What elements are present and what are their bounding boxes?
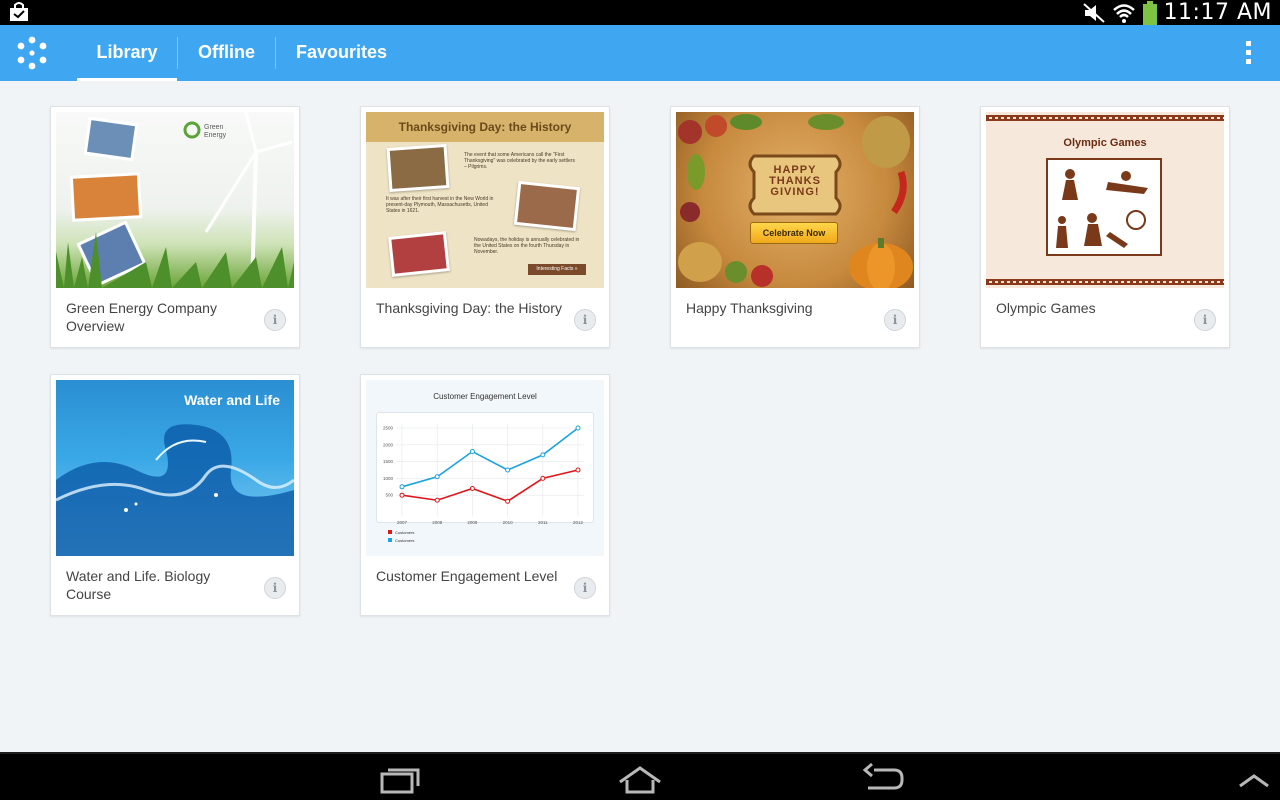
x-tick-label: 2012 <box>573 520 584 525</box>
card-title: Green Energy Company Overview <box>66 300 217 334</box>
chart-legend: Customers Customers <box>388 528 414 544</box>
y-tick-label: 2000 <box>383 442 394 447</box>
thumbnail-line-3: GIVING! <box>770 186 820 198</box>
legend-label: Customers <box>395 537 415 543</box>
card-title: Water and Life. Biology Course <box>66 568 211 602</box>
data-point-series-1 <box>505 498 511 504</box>
celebrate-now-button: Celebrate Now <box>750 222 838 244</box>
card-title: Customer Engagement Level <box>376 568 558 584</box>
data-point-series-1 <box>434 497 440 503</box>
data-point-series-1 <box>540 475 546 481</box>
thumbnail-paragraph-3: Nowadays, the holiday is annually celebr… <box>474 237 580 255</box>
data-point-series-1 <box>575 467 581 473</box>
battery-icon <box>1142 0 1157 25</box>
tab-favourites[interactable]: Favourites <box>276 25 407 81</box>
presentation-card-water-and-life[interactable]: Water and Life Water and Life. Biology C… <box>50 374 300 616</box>
legend-swatch-blue <box>388 538 392 542</box>
recent-apps-icon[interactable] <box>372 760 428 796</box>
thumbnail-heading: Olympic Games <box>1063 137 1147 149</box>
presentation-card-happy-thanksgiving[interactable]: HAPPY THANKS GIVING! Celebrate Now Happy… <box>670 106 920 348</box>
series-line-1 <box>401 469 579 503</box>
data-point-series-2 <box>469 449 475 455</box>
card-title: Happy Thanksgiving <box>686 300 813 316</box>
x-tick-label: 2009 <box>467 520 478 525</box>
navigation-bar <box>0 752 1280 800</box>
series-line-2 <box>401 427 579 488</box>
presentation-card-olympic-games[interactable]: Olympic Games Olympic Games i <box>980 106 1230 348</box>
thumbnail-olympic-games: Olympic Games <box>986 112 1224 288</box>
shopping-bag-icon <box>10 2 28 21</box>
card-title: Thanksgiving Day: the History <box>376 300 562 316</box>
info-icon[interactable]: i <box>264 309 286 331</box>
tab-offline[interactable]: Offline <box>178 25 275 81</box>
thumbnail-happy-thanksgiving: HAPPY THANKS GIVING! Celebrate Now <box>676 112 914 288</box>
info-icon[interactable]: i <box>884 309 906 331</box>
legend-label: Customers <box>395 529 415 535</box>
thumbnail-heading: Thanksgiving Day: the History <box>398 120 572 134</box>
back-icon[interactable] <box>854 760 910 796</box>
x-tick-label: 2011 <box>538 520 548 525</box>
x-tick-label: 2010 <box>503 520 514 525</box>
presentation-card-green-energy[interactable]: Green Energy Green Energy Company Overvi… <box>50 106 300 348</box>
data-point-series-2 <box>434 474 440 480</box>
data-point-series-1 <box>399 492 405 498</box>
status-bar: 11:17 AM <box>0 0 1280 25</box>
chevron-up-icon[interactable] <box>1224 760 1280 796</box>
status-clock: 11:17 AM <box>1163 0 1272 25</box>
presentation-card-thanksgiving-history[interactable]: Thanksgiving Day: the History The event … <box>360 106 610 348</box>
x-tick-label: 2008 <box>432 520 443 525</box>
thumbnail-paragraph-1: The event that some Americans call the "… <box>464 152 575 170</box>
tab-library[interactable]: Library <box>77 25 177 81</box>
overflow-menu-icon[interactable] <box>1238 41 1258 67</box>
card-title: Olympic Games <box>996 300 1096 316</box>
thumbnail-green-energy: Green Energy <box>56 112 294 288</box>
data-point-series-1 <box>469 485 475 491</box>
info-icon[interactable]: i <box>264 577 286 599</box>
x-tick-label: 2007 <box>397 520 408 525</box>
interesting-facts-button: Interesting Facts » <box>528 264 586 275</box>
info-icon[interactable]: i <box>1194 309 1216 331</box>
presentation-card-customer-engagement[interactable]: Customer Engagement Level 500 1000 1500 200… <box>360 374 610 616</box>
thumbnail-customer-engagement: Customer Engagement Level 500 1000 1500 200… <box>366 380 604 556</box>
thumbnail-water-and-life: Water and Life <box>56 380 294 556</box>
info-icon[interactable]: i <box>574 309 596 331</box>
y-tick-label: 500 <box>385 493 393 498</box>
wifi-icon <box>1112 3 1135 23</box>
app-bar: Library Offline Favourites <box>0 25 1280 81</box>
data-point-series-2 <box>575 425 581 431</box>
status-icons: 11:17 AM <box>1082 0 1272 25</box>
data-point-series-2 <box>540 452 546 458</box>
y-tick-label: 2500 <box>383 426 394 431</box>
data-point-series-2 <box>505 467 511 473</box>
thumbnail-paragraph-2: It was after their first harvest in the … <box>386 196 494 214</box>
y-tick-label: 1000 <box>383 476 394 481</box>
data-point-series-2 <box>399 484 405 490</box>
thumbnail-green-energy-logo-text: Green Energy <box>204 124 227 139</box>
y-tick-label: 1500 <box>383 459 394 464</box>
thumbnail-heading: Water and Life <box>184 392 280 408</box>
legend-swatch-red <box>388 530 392 534</box>
app-logo-icon[interactable] <box>14 35 50 71</box>
mute-icon <box>1082 2 1105 23</box>
thumbnail-thanksgiving-history: Thanksgiving Day: the History The event … <box>366 112 604 288</box>
info-icon[interactable]: i <box>574 577 596 599</box>
home-icon[interactable] <box>612 760 668 796</box>
